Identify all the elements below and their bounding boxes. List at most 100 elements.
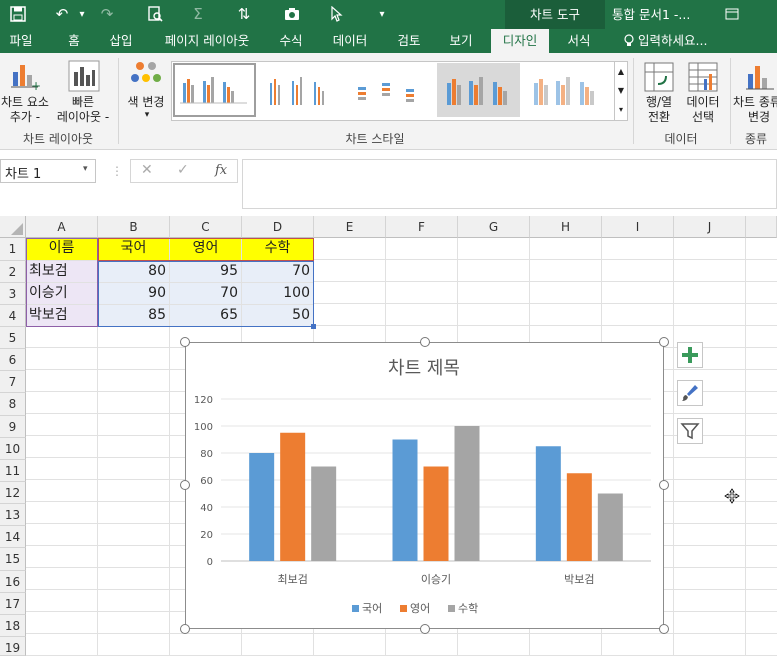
resize-handle-top-right[interactable] (659, 337, 669, 347)
cell-b2[interactable]: 80 (98, 261, 170, 283)
bar-2-1[interactable] (280, 432, 306, 561)
sort-icon[interactable]: ⇅ (232, 0, 256, 29)
bar-3-3[interactable] (597, 493, 623, 562)
chart-elements-button[interactable] (677, 342, 703, 368)
resize-handle-top-left[interactable] (180, 337, 190, 347)
row-header-18[interactable]: 18 (0, 615, 26, 637)
resize-handle-bottom[interactable] (420, 624, 430, 634)
formula-bar-resize-icon[interactable]: ⋮ (111, 164, 123, 178)
row-header-16[interactable]: 16 (0, 571, 26, 593)
formula-input[interactable] (242, 159, 777, 209)
tell-me-box[interactable]: 입력하세요... (638, 29, 718, 53)
tab-page-layout[interactable]: 페이지 레이아웃 (155, 29, 259, 53)
row-header-11[interactable]: 11 (0, 460, 26, 482)
row-header-3[interactable]: 3 (0, 283, 26, 305)
change-chart-type-label-2[interactable]: 변경 (748, 110, 777, 125)
column-header-b[interactable]: B (98, 216, 170, 238)
column-header-i[interactable]: I (602, 216, 674, 238)
bar-3-1[interactable] (311, 466, 337, 562)
chart-style-thumb-1[interactable] (173, 63, 256, 117)
print-preview-icon[interactable] (143, 0, 167, 29)
chart-styles-button[interactable] (677, 380, 703, 406)
bar-3-2[interactable] (454, 426, 480, 561)
resize-handle-bottom-left[interactable] (180, 624, 190, 634)
cell-a4[interactable]: 박보검 (26, 305, 98, 327)
cell-c2[interactable]: 95 (170, 261, 242, 283)
row-header-17[interactable]: 17 (0, 593, 26, 615)
chart-style-thumb-2[interactable] (260, 63, 343, 117)
save-icon[interactable] (4, 0, 32, 29)
row-header-1[interactable]: 1 (0, 238, 26, 261)
cell-c4[interactable]: 65 (170, 305, 242, 327)
resize-handle-bottom-right[interactable] (659, 624, 669, 634)
tab-home[interactable]: 홈 (58, 29, 90, 53)
select-all-button[interactable] (0, 216, 26, 238)
switch-row-column-label-2[interactable]: 전환 (638, 110, 680, 125)
row-header-5[interactable]: 5 (0, 327, 26, 349)
row-header-12[interactable]: 12 (0, 482, 26, 504)
switch-row-column-label-1[interactable]: 행/열 (638, 95, 680, 110)
undo-dropdown-icon[interactable]: ▾ (75, 0, 89, 29)
chart-style-thumb-3[interactable] (348, 63, 431, 117)
undo-icon[interactable]: ↶ (50, 0, 74, 29)
bar-1-2[interactable] (392, 439, 418, 562)
cell-d4[interactable]: 50 (242, 305, 314, 327)
row-header-7[interactable]: 7 (0, 371, 26, 393)
row-header-10[interactable]: 10 (0, 438, 26, 460)
cancel-icon[interactable]: ✕ (141, 162, 153, 178)
chart-title[interactable]: 차트 제목 (388, 358, 460, 379)
row-header-6[interactable]: 6 (0, 349, 26, 371)
tab-view[interactable]: 보기 (442, 29, 480, 53)
change-chart-type-label-1[interactable]: 차트 종류 (733, 95, 777, 110)
chart-style-thumb-5[interactable] (524, 63, 607, 117)
range-resize-handle[interactable] (311, 324, 316, 329)
tab-formulas[interactable]: 수식 (272, 29, 310, 53)
select-data-label-2[interactable]: 선택 (681, 110, 725, 125)
row-header-13[interactable]: 13 (0, 504, 26, 526)
cell-d3[interactable]: 100 (242, 283, 314, 305)
cell-c3[interactable]: 70 (170, 283, 242, 305)
quick-layout-label-1[interactable]: 빠른 (52, 95, 114, 110)
name-box[interactable]: 차트 1 ▾ (0, 159, 96, 183)
column-header-c[interactable]: C (170, 216, 242, 238)
column-header-e[interactable]: E (314, 216, 386, 238)
column-header-f[interactable]: F (386, 216, 458, 238)
chart-filters-button[interactable] (677, 418, 703, 444)
redo-icon[interactable]: ↷ (95, 0, 119, 29)
add-chart-element-label-2[interactable]: 추가 - (0, 110, 52, 125)
enter-icon[interactable]: ✓ (177, 162, 189, 178)
column-header-g[interactable]: G (458, 216, 530, 238)
row-header-8[interactable]: 8 (0, 393, 26, 416)
row-header-9[interactable]: 9 (0, 416, 26, 438)
insert-function-icon[interactable]: fx (215, 163, 227, 178)
bar-2-3[interactable] (566, 473, 592, 561)
cell-a2[interactable]: 최보검 (26, 261, 98, 283)
cursor-icon[interactable] (325, 0, 349, 29)
autosum-icon[interactable]: Σ (186, 0, 210, 29)
customize-qat-icon[interactable]: ▾ (372, 0, 392, 29)
resize-handle-left[interactable] (180, 480, 190, 490)
camera-icon[interactable] (280, 0, 304, 29)
name-box-dropdown-icon[interactable]: ▾ (83, 164, 88, 174)
bar-1-1[interactable] (249, 453, 275, 561)
resize-handle-top[interactable] (420, 337, 430, 347)
cell-b1[interactable]: 국어 (98, 238, 170, 261)
chart-style-thumb-4[interactable] (437, 63, 520, 117)
bar-1-3[interactable] (535, 446, 561, 561)
cell-b3[interactable]: 90 (98, 283, 170, 305)
row-header-14[interactable]: 14 (0, 526, 26, 548)
tab-review[interactable]: 검토 (390, 29, 428, 53)
column-header-k[interactable] (746, 216, 777, 238)
tab-design[interactable]: 디자인 (491, 29, 549, 53)
cell-a3[interactable]: 이승기 (26, 283, 98, 305)
column-header-j[interactable]: J (674, 216, 746, 238)
row-header-19[interactable]: 19 (0, 637, 26, 656)
resize-handle-right[interactable] (659, 480, 669, 490)
select-data-label-1[interactable]: 데이터 (681, 95, 725, 110)
column-header-d[interactable]: D (242, 216, 314, 238)
cell-c1[interactable]: 영어 (170, 238, 242, 261)
cell-a1[interactable]: 이름 (26, 238, 98, 261)
change-colors-dropdown-icon[interactable]: ▾ (140, 108, 154, 123)
add-chart-element-label-1[interactable]: 차트 요소 (0, 95, 52, 110)
column-header-a[interactable]: A (26, 216, 98, 238)
